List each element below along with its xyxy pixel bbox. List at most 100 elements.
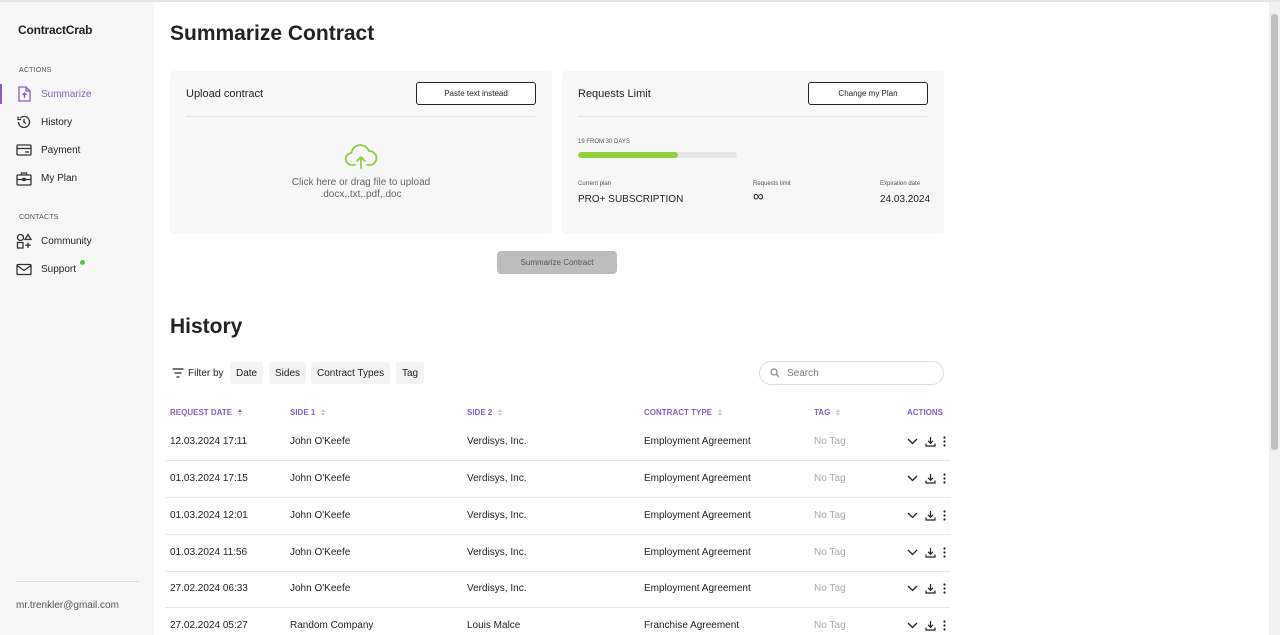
cell-request-date: 12.03.2024 17:11 [170,436,248,447]
cell-side2: Verdisys, Inc. [467,473,527,484]
upload-formats: .docx,.txt,.pdf,.doc [320,189,402,200]
more-options-icon[interactable] [937,508,951,522]
cell-tag[interactable]: No Tag [814,620,846,631]
column-header-contract-type[interactable]: CONTRACT TYPE [644,408,722,417]
more-options-icon[interactable] [937,581,951,595]
sidebar-item-label: History [41,116,73,128]
download-icon[interactable] [923,581,937,595]
sidebar-item-history[interactable]: History [0,110,154,134]
user-email[interactable]: mr.trenkler@gmail.com [16,600,119,611]
column-header-request-date[interactable]: REQUEST DATE [170,408,243,417]
paste-text-button[interactable]: Paste text instead [416,82,536,105]
cell-side1: John O'Keefe [290,547,351,558]
sidebar-item-support[interactable]: Support [0,257,154,281]
expand-icon[interactable] [905,434,919,448]
more-options-icon[interactable] [937,471,951,485]
cell-side2: Verdisys, Inc. [467,583,527,594]
cell-tag[interactable]: No Tag [814,583,846,594]
app-logo[interactable]: ContractCrab [18,23,92,37]
mail-icon [16,261,32,277]
expand-icon[interactable] [905,581,919,595]
expand-icon[interactable] [905,508,919,522]
cell-contract-type: Employment Agreement [644,473,751,484]
filter-icon [172,368,184,378]
more-options-icon[interactable] [937,618,951,632]
table-row[interactable]: 12.03.2024 17:11 John O'Keefe Verdisys, In… [165,424,950,461]
cloud-upload-icon [344,144,378,170]
expand-icon[interactable] [905,471,919,485]
cell-tag[interactable]: No Tag [814,547,846,558]
cell-tag[interactable]: No Tag [814,436,846,447]
column-header-label: TAG [814,408,831,417]
sidebar-item-community[interactable]: Community [0,229,154,253]
sidebar-item-summarize[interactable]: Summarize [0,82,154,106]
column-header-label: CONTRACT TYPE [644,408,712,417]
download-icon[interactable] [923,471,937,485]
column-header-tag[interactable]: TAG [814,408,841,417]
sort-icon [718,409,722,416]
download-icon[interactable] [923,618,937,632]
limit-card-divider [578,116,928,117]
table-row[interactable]: 27.02.2024 05:27 Random Company Louis Malc… [165,608,950,635]
table-row[interactable]: 27.02.2024 06:33 John O'Keefe Verdisys, In… [165,571,950,608]
more-options-icon[interactable] [937,545,951,559]
more-options-icon[interactable] [937,434,951,448]
search-box[interactable] [759,361,944,385]
sort-icon [321,409,326,416]
filter-by-label: Filter by [188,367,224,379]
sort-icon [498,409,503,416]
column-header-side2[interactable]: SIDE 2 [467,408,503,417]
download-icon[interactable] [923,545,937,559]
column-header-label: SIDE 1 [290,408,316,417]
table-row[interactable]: 01.03.2024 12:01 John O'Keefe Verdisys, In… [165,498,950,535]
infinity-icon: ∞ [753,188,764,205]
requests-limit-label: Requests limit [753,181,791,187]
usage-progress-fill [578,152,679,158]
filter-by-button[interactable]: Filter by [172,362,224,384]
sidebar-item-label: Payment [41,144,81,156]
column-header-side1[interactable]: SIDE 1 [290,408,326,417]
cell-side1: John O'Keefe [290,436,351,447]
cell-contract-type: Employment Agreement [644,436,751,447]
page-scrollbar[interactable] [1269,2,1280,635]
upload-card-title: Upload contract [186,88,264,100]
table-row[interactable]: 01.03.2024 11:56 John O'Keefe Verdisys, In… [165,535,950,572]
expand-icon[interactable] [905,545,919,559]
expand-icon[interactable] [905,618,919,632]
summarize-contract-button[interactable]: Summarize Contract [497,251,617,274]
cell-side1: John O'Keefe [290,473,351,484]
contacts-section-label: CONTACTS [19,214,59,221]
cell-contract-type: Employment Agreement [644,583,751,594]
actions-section-label: ACTIONS [19,67,52,74]
filter-chip-contract-types[interactable]: Contract Types [311,362,391,384]
sidebar-divider [16,581,139,582]
cell-contract-type: Franchise Agreement [644,620,740,631]
column-header-label: SIDE 2 [467,408,493,417]
download-icon[interactable] [923,508,937,522]
sort-icon [836,409,841,416]
change-plan-button[interactable]: Change my Plan [808,82,928,105]
cell-tag[interactable]: No Tag [814,473,846,484]
table-row[interactable]: 01.03.2024 17:15 John O'Keefe Verdisys, In… [165,461,950,498]
current-plan-label: Current plan [578,181,612,187]
sidebar-item-my-plan[interactable]: My Plan [0,166,154,190]
top-border [0,0,1280,2]
cell-tag[interactable]: No Tag [814,510,846,521]
filter-chip-tag[interactable]: Tag [396,362,425,384]
online-status-dot [80,260,85,265]
current-plan-value: PRO+ SUBSCRIPTION [578,194,684,205]
cell-request-date: 01.03.2024 12:01 [170,510,248,521]
page-title: Summarize Contract [170,22,375,45]
filter-chip-sides[interactable]: Sides [269,362,307,384]
scrollbar-thumb[interactable] [1271,14,1278,450]
file-upload-icon [16,86,32,102]
sidebar-item-label: Community [41,235,92,247]
upload-card[interactable]: Upload contract Paste text instead Click… [170,71,552,234]
sidebar-item-payment[interactable]: Payment [0,138,154,162]
search-input[interactable] [787,367,927,379]
limit-card-title: Requests Limit [578,88,651,100]
download-icon[interactable] [923,434,937,448]
expiration-value: 24.03.2024 [880,194,931,205]
filter-chip-date[interactable]: Date [230,362,264,384]
cell-side2: Verdisys, Inc. [467,436,527,447]
